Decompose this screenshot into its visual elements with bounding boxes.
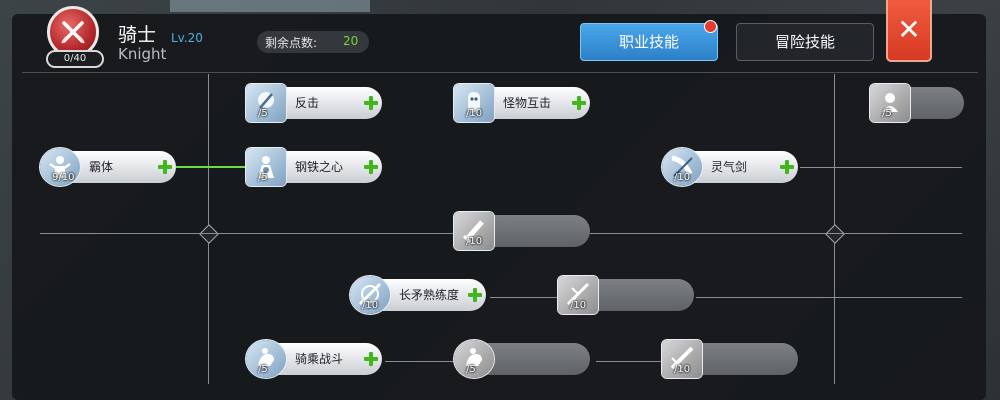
job-level: Lv.20 [171, 31, 203, 45]
job-title: 骑士 [118, 24, 157, 46]
connector-line [590, 233, 962, 234]
add-point-button[interactable] [780, 160, 794, 174]
connector-line [696, 297, 962, 298]
skill-name: 反击 [295, 96, 320, 110]
skill-name: 骑乘战斗 [295, 352, 344, 366]
skill-guaiwu[interactable]: /10 怪物互击 [454, 84, 592, 122]
job-badge: 0/40 [42, 6, 106, 68]
skill-changmao[interactable]: /10 长矛熟练度 [350, 276, 488, 314]
skill-top-right[interactable]: /5 [870, 84, 966, 122]
skill-gangtie[interactable]: /5 钢铁之心 [246, 148, 384, 186]
skill-qicheng[interactable]: /5 骑乘战斗 [246, 340, 384, 378]
skill-level: /5 [882, 108, 892, 119]
skill-qicheng2[interactable]: /5 [454, 340, 592, 378]
skill-name: 怪物互击 [503, 96, 552, 110]
skill-level: /5 [466, 364, 476, 375]
skill-level: /5 [258, 172, 268, 183]
close-icon[interactable]: ✕ [886, 0, 932, 62]
remaining-points: 剩余点数: 20 [257, 31, 369, 53]
notification-dot [704, 20, 717, 33]
points-label: 剩余点数: [265, 36, 318, 50]
add-point-button[interactable] [158, 160, 172, 174]
tab-adventure-skills[interactable]: 冒险技能 [736, 23, 874, 61]
skill-lingqi[interactable]: /10 灵气剑 [662, 148, 800, 186]
add-point-button[interactable] [364, 96, 378, 110]
add-point-button[interactable] [572, 96, 586, 110]
job-points-used: 0/40 [46, 50, 104, 68]
skill-level: /10 [570, 300, 587, 311]
points-value: 20 [343, 34, 359, 48]
connector-line [40, 233, 460, 234]
skill-name: 灵气剑 [711, 160, 748, 174]
add-point-button[interactable] [364, 352, 378, 366]
skill-fanji[interactable]: /5 反击 [246, 84, 384, 122]
skill-level: /10 [674, 172, 691, 183]
skill-name: 钢铁之心 [295, 160, 344, 174]
connector-line [490, 297, 560, 298]
skill-qicheng3[interactable]: /10 [662, 340, 800, 378]
add-point-button[interactable] [468, 288, 482, 302]
skill-name: 霸体 [89, 160, 114, 174]
skill-level: /10 [362, 300, 379, 311]
skill-level: /10 [674, 364, 691, 375]
skill-lianci[interactable]: /10 [558, 276, 696, 314]
connector-line [385, 361, 465, 362]
skill-level: /10 [466, 108, 483, 119]
tab-job-skills[interactable]: 职业技能 [580, 23, 718, 61]
background-map-label [170, 0, 370, 12]
job-subtitle: Knight [118, 45, 167, 63]
header-divider [22, 72, 978, 73]
connector-line [596, 361, 666, 362]
add-point-button[interactable] [364, 160, 378, 174]
connector-line [800, 167, 962, 168]
skill-level: /5 [258, 108, 268, 119]
skill-level: /10 [466, 236, 483, 247]
skill-mid-locked[interactable]: /10 [454, 212, 592, 250]
skill-level: 9/10 [52, 172, 75, 183]
skill-level: /5 [258, 364, 268, 375]
skill-name: 长矛熟练度 [399, 288, 460, 302]
active-connector [176, 166, 248, 168]
skill-bati[interactable]: 9/10 霸体 [40, 148, 178, 186]
